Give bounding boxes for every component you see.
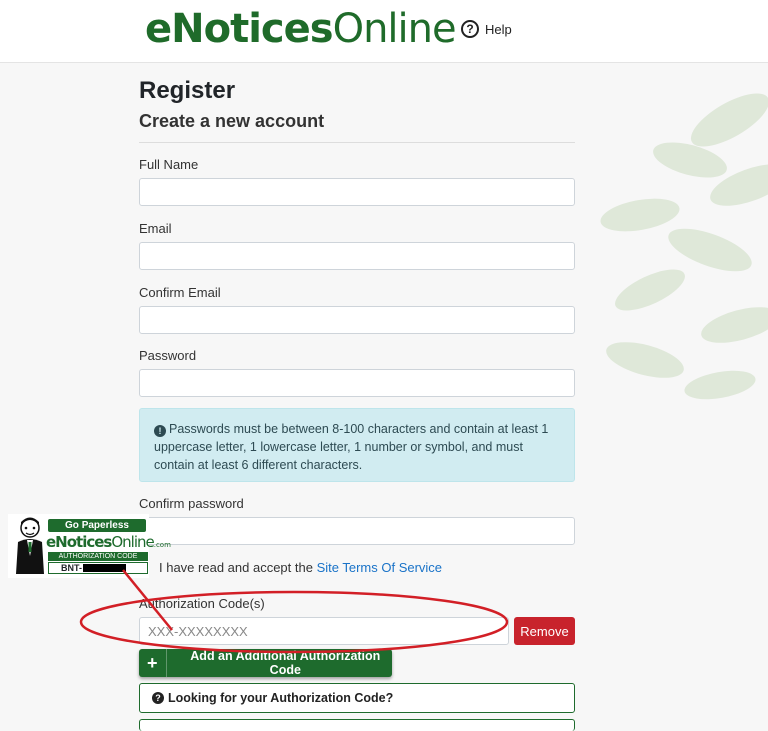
auth-code-label: Authorization Code(s) [139, 596, 265, 611]
password-label: Password [139, 348, 197, 363]
site-header: eNoticesOnline ? Help [0, 0, 768, 63]
confirm-email-label: Confirm Email [139, 285, 221, 300]
confirm-password-label: Confirm password [139, 496, 244, 511]
redacted-code [83, 564, 126, 572]
question-circle-icon: ? [461, 20, 479, 38]
password-input[interactable] [139, 369, 575, 397]
page-subtitle: Create a new account [139, 111, 325, 131]
looking-for-code-label: Looking for your Authorization Code? [168, 691, 394, 705]
looking-for-code-button[interactable]: ? Looking for your Authorization Code? [139, 683, 575, 713]
plus-icon: + [139, 649, 167, 677]
go-paperless-banner: Go Paperless [48, 519, 146, 532]
mascot-icon [16, 517, 44, 574]
confirm-email-input[interactable] [139, 306, 575, 334]
next-section-card [139, 719, 575, 731]
divider [139, 142, 575, 143]
help-label: Help [485, 21, 512, 37]
add-auth-code-button[interactable]: + Add an Additional Authorization Code [139, 649, 392, 677]
password-requirements-alert: ! Passwords must be between 8-100 charact… [139, 408, 575, 482]
full-name-input[interactable] [139, 178, 575, 206]
password-requirements-text: Passwords must be between 8-100 characte… [154, 422, 549, 472]
terms-of-service-link[interactable]: Site Terms Of Service [317, 560, 442, 575]
auth-code-caption: AUTHORIZATION CODE [48, 552, 148, 561]
terms-agreement: I have read and accept the Site Terms Of… [159, 560, 442, 575]
email-input[interactable] [139, 242, 575, 270]
email-label: Email [139, 221, 172, 236]
question-circle-icon: ? [152, 692, 164, 704]
add-auth-code-label: Add an Additional Authorization Code [190, 649, 381, 677]
site-logo[interactable]: eNoticesOnline [145, 6, 457, 52]
help-link[interactable]: ? Help [461, 20, 512, 38]
terms-prefix: I have read and accept the [159, 560, 313, 575]
confirm-password-input[interactable] [139, 517, 575, 545]
authorization-code-card-image: Go Paperless eNoticesOnline.com AUTHORIZ… [8, 514, 171, 578]
auth-code-input[interactable] [139, 617, 509, 645]
info-icon: ! [154, 425, 166, 437]
card-logo: eNoticesOnline.com [46, 533, 171, 551]
page-title: Register [139, 77, 236, 104]
decorative-leaves [600, 93, 768, 400]
full-name-label: Full Name [139, 157, 199, 172]
remove-button[interactable]: Remove [514, 617, 575, 645]
card-code-box: BNT- [48, 562, 148, 574]
